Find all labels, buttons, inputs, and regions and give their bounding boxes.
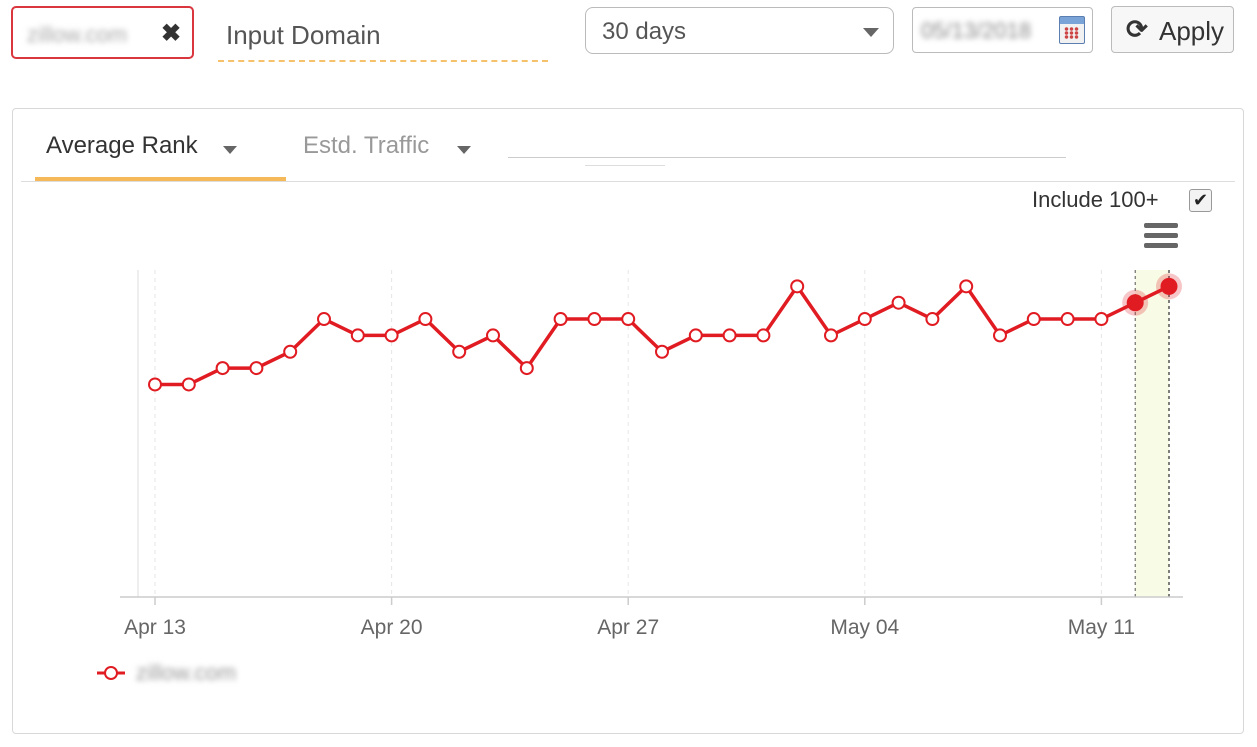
data-point [1060, 312, 1075, 327]
data-point [452, 344, 467, 359]
highlight-band [1135, 270, 1169, 597]
legend-series-label: zillow.com [136, 660, 237, 685]
data-point [181, 377, 196, 392]
data-point [553, 312, 568, 327]
data-point-highlighted [1126, 294, 1144, 312]
data-point [621, 312, 636, 327]
data-point [384, 328, 399, 343]
series-line [155, 284, 1170, 387]
data-point [993, 328, 1007, 343]
data-point [824, 328, 838, 343]
data-point [790, 279, 805, 294]
data-point-highlighted [1160, 277, 1178, 295]
data-point [688, 328, 703, 343]
data-point [587, 312, 602, 327]
data-point [283, 344, 298, 359]
x-tick-label: Apr 27 [597, 616, 659, 639]
data-point [148, 377, 162, 392]
x-tick-label: Apr 13 [124, 616, 186, 639]
rank-line-chart: Apr 13 Apr 20 Apr 27 May 04 May 11 [120, 270, 1183, 639]
data-point [959, 279, 974, 294]
data-point [486, 328, 500, 343]
data-point [891, 295, 906, 310]
data-point [925, 312, 940, 327]
data-point [655, 344, 669, 359]
data-point [1026, 312, 1041, 327]
data-point [519, 361, 534, 376]
data-point [215, 361, 230, 376]
data-point [756, 328, 771, 343]
x-tick-label: May 04 [830, 616, 899, 639]
data-point [418, 312, 433, 327]
legend-swatch[interactable] [96, 662, 126, 684]
data-point [1094, 312, 1109, 327]
data-point [350, 328, 365, 343]
data-point [722, 328, 737, 343]
x-tick-label: Apr 20 [361, 616, 423, 639]
data-point [857, 312, 872, 327]
data-point [249, 361, 264, 376]
data-point [317, 312, 331, 327]
x-tick-label: May 11 [1068, 616, 1135, 639]
